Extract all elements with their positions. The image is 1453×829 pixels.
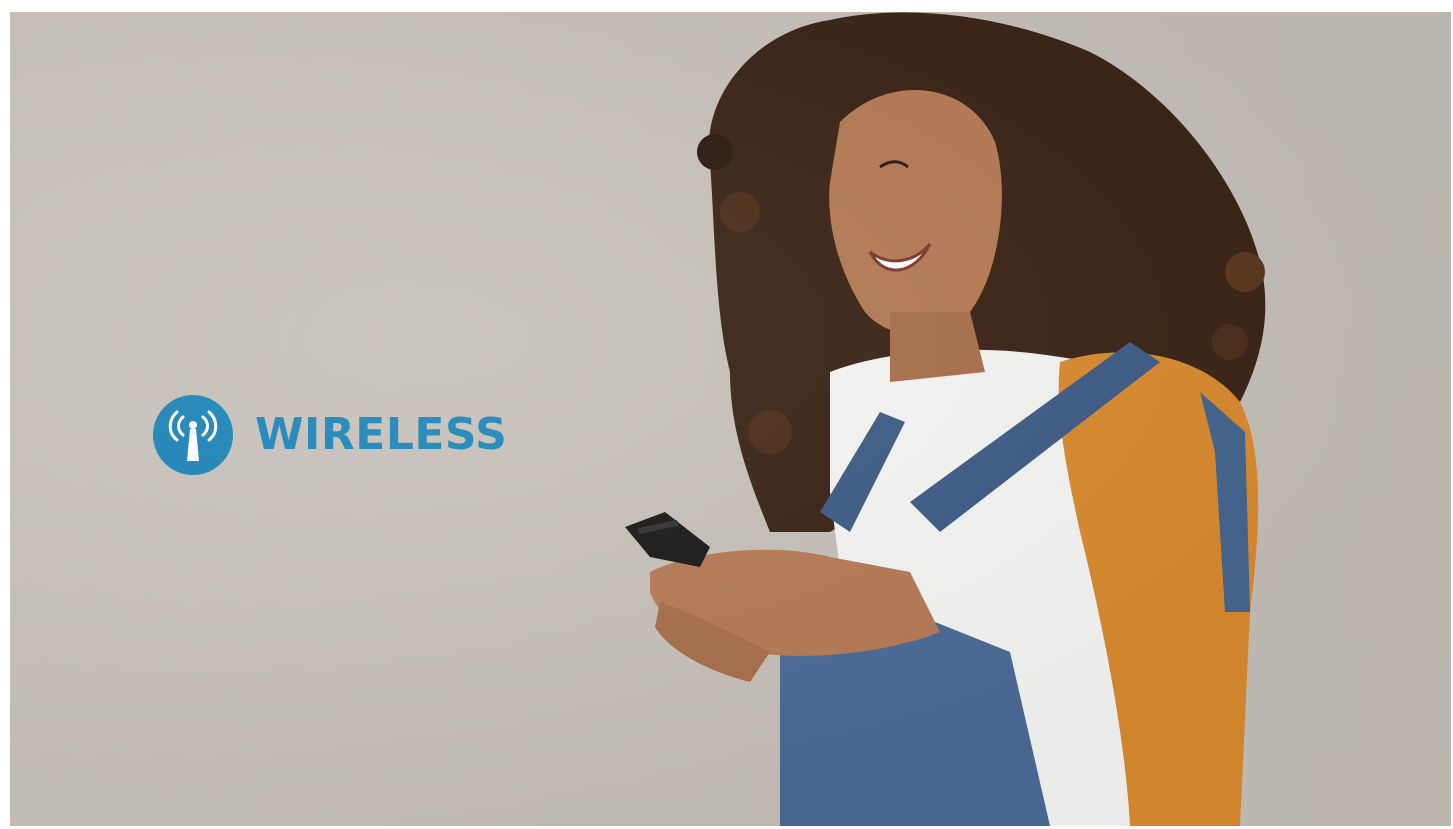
brand-name: WIRELESS [255, 409, 508, 460]
page-frame: WIRELESS [0, 0, 1453, 829]
neck [890, 312, 985, 382]
wireless-brand-logo: WIRELESS [153, 395, 507, 475]
smartphone [625, 512, 710, 567]
wireless-antenna-icon [153, 395, 233, 475]
hero-banner: WIRELESS [10, 12, 1451, 826]
